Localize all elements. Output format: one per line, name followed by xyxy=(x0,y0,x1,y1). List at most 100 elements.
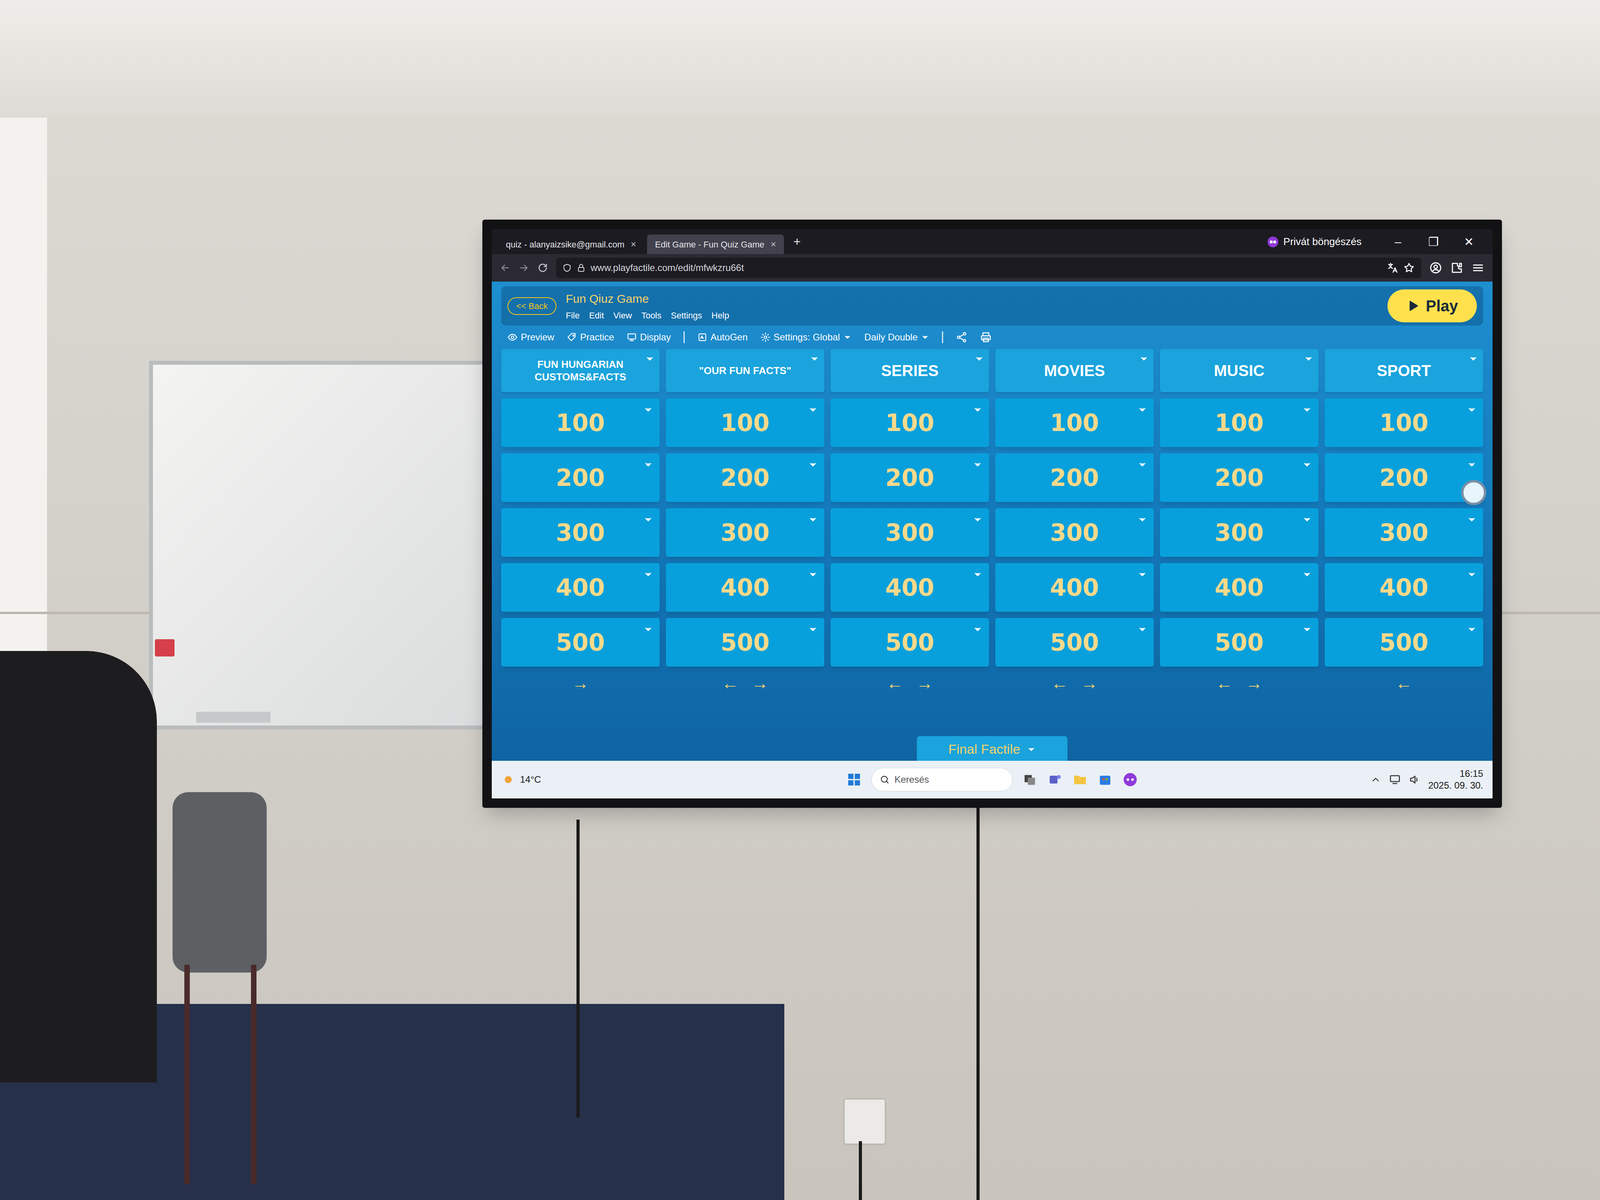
window-control-button[interactable]: ✕ xyxy=(1450,229,1487,255)
toolbar-item[interactable]: Display xyxy=(626,330,685,345)
file-explorer-icon[interactable] xyxy=(1072,771,1088,788)
question-tile[interactable]: 500 xyxy=(1324,618,1484,667)
menu-item[interactable]: View xyxy=(613,309,632,322)
menu-item[interactable]: Tools xyxy=(641,309,662,322)
menu-bar: File Edit View Tools Settings Help xyxy=(565,309,730,322)
question-tile[interactable]: 100 xyxy=(1324,398,1484,448)
back-arrow-icon[interactable] xyxy=(499,262,511,274)
reload-icon[interactable] xyxy=(537,262,549,274)
category-header[interactable]: "OUR FUN FACTS" xyxy=(665,349,825,393)
store-icon[interactable] xyxy=(1097,771,1113,788)
taskbar-search[interactable]: Keresés xyxy=(871,767,1013,792)
move-arrow-button[interactable]: → xyxy=(571,674,590,692)
tab-close[interactable]: × xyxy=(630,237,637,252)
question-tile[interactable]: 400 xyxy=(830,563,990,612)
question-tile[interactable]: 400 xyxy=(501,563,660,612)
print-icon[interactable] xyxy=(980,331,992,344)
question-tile[interactable]: 400 xyxy=(1324,563,1484,612)
task-view-icon[interactable] xyxy=(1021,771,1038,788)
tab-close[interactable]: × xyxy=(770,237,777,252)
game-title[interactable]: Fun Qiuz Game xyxy=(565,289,730,308)
play-button[interactable]: Play xyxy=(1387,289,1477,323)
menu-item[interactable]: File xyxy=(565,309,580,322)
toolbar-item[interactable]: Preview xyxy=(507,330,555,345)
move-arrow-button[interactable]: → xyxy=(916,674,934,692)
account-icon[interactable] xyxy=(1429,261,1443,275)
question-tile[interactable]: 200 xyxy=(1324,453,1484,502)
category-header[interactable]: SERIES xyxy=(830,349,990,393)
move-arrow-button[interactable]: → xyxy=(751,674,769,692)
url-field[interactable]: www.playfactile.com/edit/mfwkzru66t xyxy=(556,257,1422,279)
question-tile[interactable]: 300 xyxy=(501,508,660,557)
question-tile[interactable]: 500 xyxy=(1160,618,1319,667)
private-browser-icon[interactable] xyxy=(1122,771,1139,788)
back-button[interactable]: << Back xyxy=(507,297,557,315)
question-tile[interactable]: 300 xyxy=(830,508,990,557)
window-control-button[interactable]: ❐ xyxy=(1415,229,1451,255)
move-arrow-button[interactable]: ← xyxy=(886,674,904,692)
question-tile[interactable]: 200 xyxy=(830,453,990,502)
touch-handle[interactable] xyxy=(1461,480,1487,506)
network-icon[interactable] xyxy=(1389,773,1401,786)
window-control-button[interactable]: – xyxy=(1380,229,1416,255)
toolbar-item[interactable]: Daily Double xyxy=(864,330,944,345)
volume-icon[interactable] xyxy=(1408,773,1421,786)
question-tile[interactable]: 500 xyxy=(501,618,660,667)
question-tile[interactable]: 100 xyxy=(830,398,990,448)
question-tile[interactable]: 300 xyxy=(665,508,825,557)
question-tile[interactable]: 100 xyxy=(995,398,1154,448)
bookmark-star-icon[interactable] xyxy=(1403,261,1415,274)
question-tile[interactable]: 400 xyxy=(1160,563,1319,612)
dropdown-caret-icon xyxy=(807,459,819,470)
menu-item[interactable]: Edit xyxy=(589,309,604,322)
category-header[interactable]: MOVIES xyxy=(995,349,1154,393)
point-value: 100 xyxy=(1049,405,1099,441)
question-tile[interactable]: 100 xyxy=(1160,398,1319,448)
teams-icon[interactable] xyxy=(1047,771,1063,788)
question-tile[interactable]: 200 xyxy=(995,453,1154,502)
forward-arrow-icon[interactable] xyxy=(518,262,530,274)
category-header[interactable]: SPORT xyxy=(1324,349,1484,393)
move-arrow-button[interactable]: ← xyxy=(1395,674,1413,692)
url-text[interactable]: www.playfactile.com/edit/mfwkzru66t xyxy=(590,260,744,275)
windows-start-icon[interactable] xyxy=(846,771,862,788)
toolbar-item[interactable]: AutoGen xyxy=(697,330,748,345)
move-arrow-button[interactable]: → xyxy=(1245,674,1263,692)
move-arrow-button[interactable]: → xyxy=(1080,674,1099,692)
move-arrow-button[interactable]: ← xyxy=(1215,674,1233,692)
question-tile[interactable]: 500 xyxy=(665,618,825,667)
menu-item[interactable]: Settings xyxy=(670,309,703,322)
browser-tab[interactable]: Edit Game - Fun Quiz Game× xyxy=(647,234,784,255)
final-factile-tab[interactable]: Final Factile xyxy=(916,736,1068,761)
translate-icon[interactable] xyxy=(1386,261,1399,274)
question-tile[interactable]: 300 xyxy=(995,508,1154,557)
tv-display: quiz - alanyaizsike@gmail.com×Edit Game … xyxy=(482,219,1502,808)
question-tile[interactable]: 300 xyxy=(1324,508,1484,557)
toolbar-item[interactable]: Settings: Global xyxy=(760,330,852,345)
weather-widget[interactable]: 14°C xyxy=(501,772,682,787)
new-tab-button[interactable]: + xyxy=(787,232,808,255)
move-arrow-button[interactable]: ← xyxy=(721,674,739,692)
question-tile[interactable]: 200 xyxy=(501,453,660,502)
menu-item[interactable]: Help xyxy=(711,309,730,322)
move-arrow-button[interactable]: ← xyxy=(1050,674,1069,692)
browser-tab[interactable]: quiz - alanyaizsike@gmail.com× xyxy=(498,234,644,255)
question-tile[interactable]: 100 xyxy=(665,398,825,448)
question-tile[interactable]: 400 xyxy=(665,563,825,612)
category-header[interactable]: FUN HUNGARIAN CUSTOMS&FACTS xyxy=(501,349,660,393)
toolbar-item[interactable]: Practice xyxy=(566,330,615,345)
search-icon xyxy=(879,774,890,785)
question-tile[interactable]: 200 xyxy=(665,453,825,502)
question-tile[interactable]: 100 xyxy=(501,398,660,448)
question-tile[interactable]: 500 xyxy=(830,618,990,667)
share-icon[interactable] xyxy=(955,331,968,344)
question-tile[interactable]: 300 xyxy=(1160,508,1319,557)
tray-chevron-icon[interactable] xyxy=(1370,774,1382,786)
category-header[interactable]: MUSIC xyxy=(1160,349,1319,393)
question-tile[interactable]: 400 xyxy=(995,563,1154,612)
menu-icon[interactable] xyxy=(1471,261,1485,275)
clock[interactable]: 16:152025. 09. 30. xyxy=(1428,767,1484,792)
question-tile[interactable]: 500 xyxy=(995,618,1154,667)
extensions-icon[interactable] xyxy=(1450,261,1464,275)
question-tile[interactable]: 200 xyxy=(1160,453,1319,502)
